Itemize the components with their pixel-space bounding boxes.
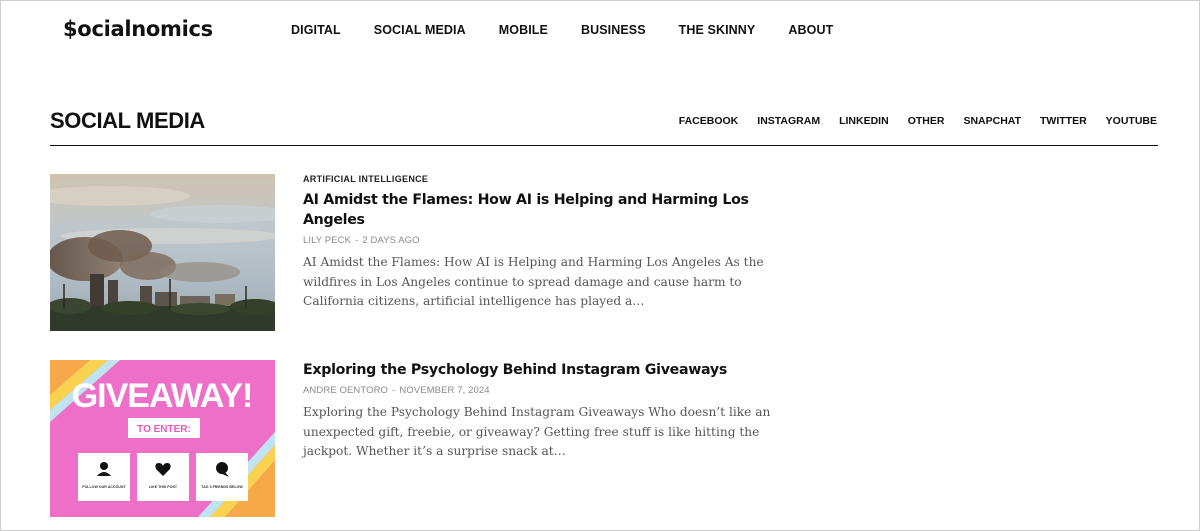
article-category[interactable]: ARTIFICIAL INTELLIGENCE <box>303 174 803 184</box>
giveaway-to-enter: TO ENTER: <box>137 424 191 435</box>
city-wildfire-photo-icon <box>50 174 275 331</box>
subnav-item-linkedin[interactable]: LINKEDIN <box>839 115 889 127</box>
section-title: SOCIAL MEDIA <box>50 108 205 133</box>
subnav-item-twitter[interactable]: TWITTER <box>1040 115 1087 127</box>
article-author[interactable]: LILY PECK <box>303 235 351 246</box>
article-excerpt: Exploring the Psychology Behind Instagra… <box>303 405 771 459</box>
article-thumbnail-giveaway[interactable]: GIVEAWAY! TO ENTER: FOLLOW OUR ACCOUNT L… <box>50 360 275 517</box>
giveaway-headline: GIVEAWAY! <box>72 377 253 415</box>
giveaway-step-follow: FOLLOW OUR ACCOUNT <box>82 485 126 489</box>
nav-item-mobile[interactable]: MOBILE <box>499 23 548 37</box>
article-title[interactable]: AI Amidst the Flames: How AI is Helping … <box>303 190 803 230</box>
category-subnav: FACEBOOK INSTAGRAM LINKEDIN OTHER SNAPCH… <box>660 115 1157 127</box>
nav-item-social-media[interactable]: SOCIAL MEDIA <box>374 23 466 37</box>
subnav-item-youtube[interactable]: YOUTUBE <box>1106 115 1157 127</box>
article-author[interactable]: ANDRE OENTORO <box>303 385 388 396</box>
section-divider <box>50 145 1158 146</box>
article-meta: LILY PECK -2 DAYS AGO <box>303 235 803 246</box>
nav-item-the-skinny[interactable]: THE SKINNY <box>679 23 756 37</box>
article-meta: ANDRE OENTORO - NOVEMBER 7, 2024 <box>303 385 803 396</box>
subnav-item-other[interactable]: OTHER <box>908 115 945 127</box>
giveaway-graphic-icon: GIVEAWAY! TO ENTER: FOLLOW OUR ACCOUNT L… <box>50 360 275 517</box>
subnav-item-instagram[interactable]: INSTAGRAM <box>757 115 820 127</box>
article-thumbnail-city-wildfire[interactable] <box>50 174 275 331</box>
article-date: NOVEMBER 7, 2024 <box>399 385 490 396</box>
nav-item-about[interactable]: ABOUT <box>788 23 833 37</box>
article-title[interactable]: Exploring the Psychology Behind Instagra… <box>303 360 803 380</box>
article-content: Exploring the Psychology Behind Instagra… <box>303 360 803 462</box>
subnav-item-facebook[interactable]: FACEBOOK <box>679 115 739 127</box>
article-date: 2 DAYS AGO <box>362 235 420 246</box>
meta-separator: - <box>392 385 396 396</box>
site-logo[interactable]: $ocialnomics <box>63 17 213 41</box>
nav-item-digital[interactable]: DIGITAL <box>291 23 341 37</box>
meta-separator: - <box>355 235 359 246</box>
article-excerpt: AI Amidst the Flames: How AI is Helping … <box>303 255 764 309</box>
giveaway-step-like: LIKE THIS POST <box>149 485 178 489</box>
giveaway-step-tag: TAG 3 FRIENDS BELOW <box>201 485 243 489</box>
article-content: ARTIFICIAL INTELLIGENCE AI Amidst the Fl… <box>303 174 803 312</box>
main-nav: DIGITAL SOCIAL MEDIA MOBILE BUSINESS THE… <box>291 23 866 37</box>
nav-item-business[interactable]: BUSINESS <box>581 23 646 37</box>
subnav-item-snapchat[interactable]: SNAPCHAT <box>963 115 1021 127</box>
